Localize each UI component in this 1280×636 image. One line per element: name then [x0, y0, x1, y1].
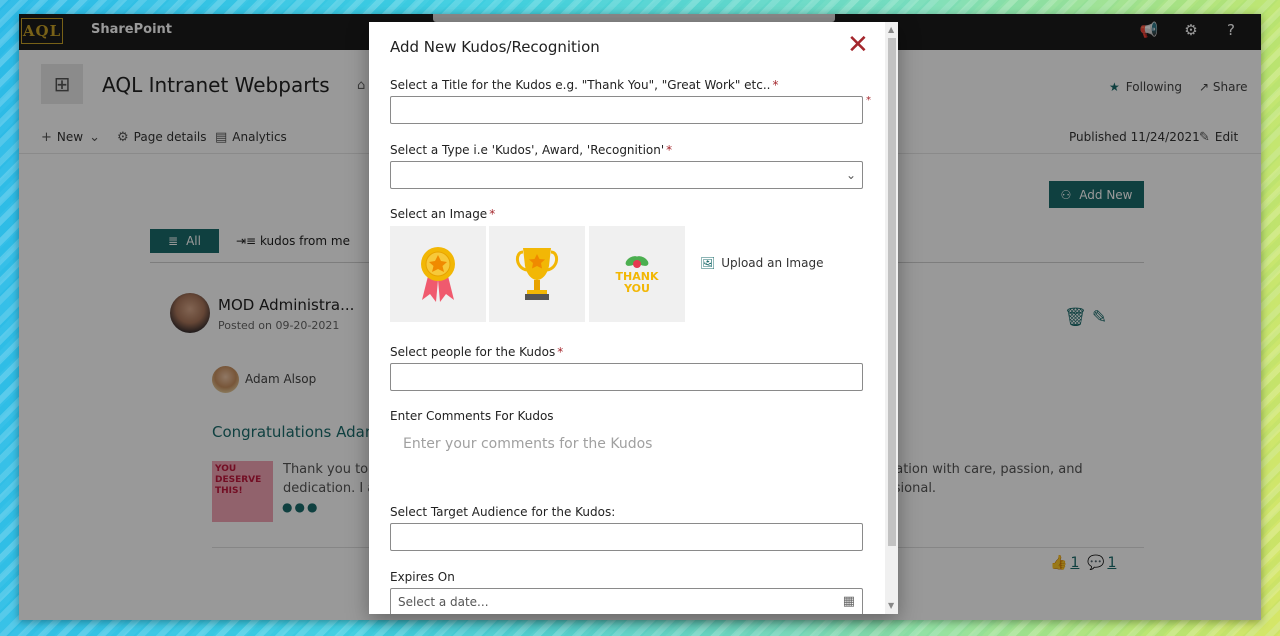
required-mark: * — [557, 345, 564, 359]
required-mark: * — [772, 78, 779, 92]
image-field-label-text: Select an Image — [390, 207, 488, 221]
scroll-down-icon[interactable]: ▼ — [888, 601, 894, 610]
comments-field-label: Enter Comments For Kudos — [390, 409, 554, 423]
type-field-label: Select a Type i.e 'Kudos', Award, 'Recog… — [390, 143, 672, 157]
trophy-icon — [516, 248, 558, 300]
title-input[interactable] — [390, 96, 863, 124]
people-field-label: Select people for the Kudos * — [390, 345, 563, 359]
image-option-trophy[interactable] — [489, 226, 585, 322]
close-icon[interactable]: ✕ — [847, 32, 869, 58]
thank-you-line2: YOU — [624, 282, 650, 295]
type-dropdown[interactable]: ⌄ — [390, 161, 863, 189]
dialog-scrollbar[interactable]: ▲ ▼ — [885, 22, 898, 614]
image-option-thank-you[interactable]: THANK YOU — [589, 226, 685, 322]
required-mark: * — [666, 143, 673, 157]
expires-field-label: Expires On — [390, 570, 455, 584]
audience-field-label: Select Target Audience for the Kudos: — [390, 505, 616, 519]
add-kudos-dialog: Add New Kudos/Recognition ✕ Select a Tit… — [369, 22, 898, 614]
people-field-label-text: Select people for the Kudos — [390, 345, 556, 359]
people-picker-input[interactable] — [390, 363, 863, 391]
date-placeholder: Select a date... — [398, 595, 489, 609]
audience-input[interactable] — [390, 523, 863, 551]
upload-image-label: Upload an Image — [721, 256, 824, 270]
calendar-icon[interactable]: ▦ — [843, 594, 855, 609]
type-field-label-text: Select a Type i.e 'Kudos', Award, 'Recog… — [390, 143, 665, 157]
image-field-label: Select an Image * — [390, 207, 495, 221]
medal-icon — [421, 247, 455, 302]
comments-textarea[interactable]: Enter your comments for the Kudos — [403, 436, 652, 452]
leaf-icon — [625, 256, 649, 268]
required-mark: * — [489, 207, 496, 221]
chevron-down-icon: ⌄ — [845, 168, 856, 182]
image-option-medal[interactable] — [390, 226, 486, 322]
thank-you-text: THANK YOU — [616, 271, 659, 295]
title-field-label-text: Select a Title for the Kudos e.g. "Thank… — [390, 78, 771, 92]
dialog-title: Add New Kudos/Recognition — [390, 38, 600, 56]
required-mark: * — [866, 95, 871, 106]
scroll-up-icon[interactable]: ▲ — [888, 25, 894, 34]
upload-image-link[interactable]: 🖼 Upload an Image — [700, 256, 823, 270]
title-field-label: Select a Title for the Kudos e.g. "Thank… — [390, 78, 779, 92]
scroll-thumb[interactable] — [888, 38, 896, 546]
expires-date-picker[interactable]: Select a date... ▦ — [390, 588, 863, 614]
upload-image-icon: 🖼 — [700, 256, 716, 270]
